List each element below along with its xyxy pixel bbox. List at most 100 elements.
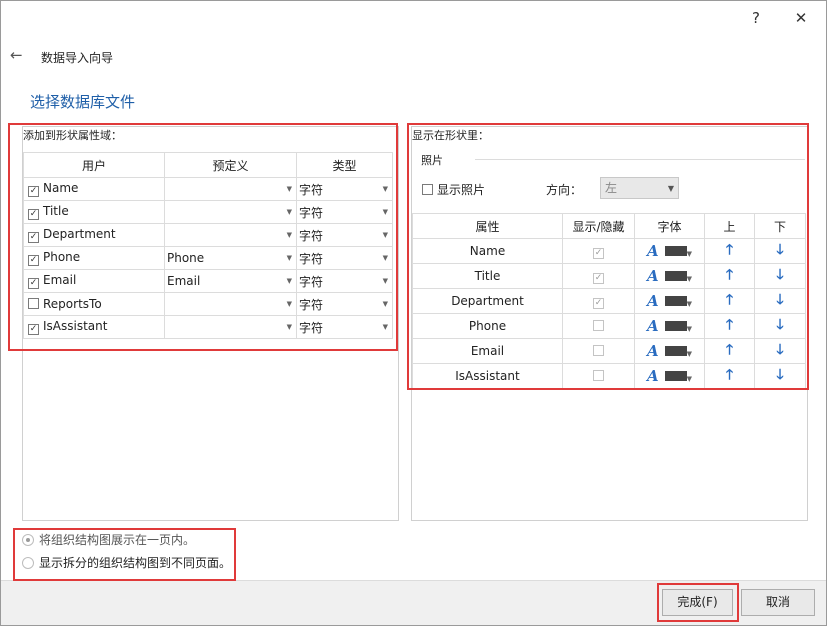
predefined-select[interactable]: Email ▼: [164, 269, 297, 293]
move-up-cell[interactable]: 🡑: [704, 263, 755, 289]
field-name-cell[interactable]: ✓ IsAssistant: [23, 315, 165, 339]
chevron-down-icon[interactable]: ▼: [687, 250, 692, 258]
move-down-cell[interactable]: 🡓: [754, 238, 806, 264]
visibility-cell[interactable]: [562, 363, 635, 389]
font-icon[interactable]: A: [647, 292, 659, 310]
type-select[interactable]: 字符 ▼: [296, 223, 393, 247]
font-icon[interactable]: A: [647, 317, 659, 335]
move-up-cell[interactable]: 🡑: [704, 288, 755, 314]
field-name-cell[interactable]: ✓ Department: [23, 223, 165, 247]
visibility-checkbox[interactable]: [593, 370, 604, 381]
visibility-cell[interactable]: [562, 338, 635, 364]
arrow-down-icon[interactable]: 🡓: [776, 267, 783, 283]
arrow-down-icon[interactable]: 🡓: [776, 292, 783, 308]
move-down-cell[interactable]: 🡓: [754, 263, 806, 289]
table-row[interactable]: ✓ Email Email ▼ 字符 ▼: [23, 269, 393, 293]
direction-select[interactable]: 左 ▼: [600, 177, 679, 199]
predefined-select[interactable]: ▼: [164, 292, 297, 316]
field-name-cell[interactable]: ✓ Name: [23, 177, 165, 201]
predefined-select[interactable]: ▼: [164, 223, 297, 247]
chevron-down-icon[interactable]: ▼: [687, 375, 692, 383]
color-swatch-icon[interactable]: [664, 246, 687, 256]
font-icon[interactable]: A: [647, 242, 659, 260]
table-row[interactable]: ✓ Name ▼ 字符 ▼: [23, 177, 393, 201]
arrow-down-icon[interactable]: 🡓: [776, 242, 783, 258]
table-row[interactable]: ✓ IsAssistant ▼ 字符 ▼: [23, 315, 393, 339]
font-cell[interactable]: A ▼: [634, 313, 705, 339]
back-arrow-icon[interactable]: ←: [10, 47, 28, 63]
color-swatch-icon[interactable]: [664, 321, 687, 331]
type-select[interactable]: 字符 ▼: [296, 246, 393, 270]
arrow-down-icon[interactable]: 🡓: [776, 317, 783, 333]
move-up-cell[interactable]: 🡑: [704, 313, 755, 339]
visibility-checkbox[interactable]: ✓: [593, 273, 604, 284]
cancel-button[interactable]: 取消: [741, 589, 815, 616]
font-icon[interactable]: A: [647, 367, 659, 385]
field-checkbox[interactable]: [28, 298, 39, 309]
chevron-down-icon[interactable]: ▼: [687, 300, 692, 308]
font-cell[interactable]: A ▼: [634, 363, 705, 389]
color-swatch-icon[interactable]: [664, 296, 687, 306]
move-up-cell[interactable]: 🡑: [704, 338, 755, 364]
visibility-checkbox[interactable]: ✓: [593, 298, 604, 309]
chevron-down-icon[interactable]: ▼: [687, 275, 692, 283]
arrow-up-icon[interactable]: 🡑: [726, 242, 733, 258]
visibility-cell[interactable]: [562, 313, 635, 339]
arrow-down-icon[interactable]: 🡓: [776, 367, 783, 383]
type-select[interactable]: 字符 ▼: [296, 200, 393, 224]
field-checkbox[interactable]: ✓: [28, 324, 39, 335]
color-swatch-icon[interactable]: [664, 271, 687, 281]
visibility-checkbox[interactable]: [593, 320, 604, 331]
font-cell[interactable]: A ▼: [634, 338, 705, 364]
font-cell[interactable]: A ▼: [634, 263, 705, 289]
type-select[interactable]: 字符 ▼: [296, 315, 393, 339]
option-split-pages[interactable]: 显示拆分的组织结构图到不同页面。: [22, 554, 231, 571]
help-button[interactable]: ?: [746, 9, 766, 27]
visibility-checkbox[interactable]: [593, 345, 604, 356]
chevron-down-icon[interactable]: ▼: [687, 325, 692, 333]
predefined-select[interactable]: Phone ▼: [164, 246, 297, 270]
field-name-cell[interactable]: ReportsTo: [23, 292, 165, 316]
move-up-cell[interactable]: 🡑: [704, 238, 755, 264]
table-row[interactable]: ✓ Department ▼ 字符 ▼: [23, 223, 393, 247]
font-icon[interactable]: A: [647, 267, 659, 285]
move-up-cell[interactable]: 🡑: [704, 363, 755, 389]
move-down-cell[interactable]: 🡓: [754, 363, 806, 389]
field-checkbox[interactable]: ✓: [28, 186, 39, 197]
type-select[interactable]: 字符 ▼: [296, 177, 393, 201]
type-select[interactable]: 字符 ▼: [296, 292, 393, 316]
field-checkbox[interactable]: ✓: [28, 209, 39, 220]
arrow-up-icon[interactable]: 🡑: [726, 267, 733, 283]
predefined-select[interactable]: ▼: [164, 200, 297, 224]
field-name-cell[interactable]: ✓ Email: [23, 269, 165, 293]
font-cell[interactable]: A ▼: [634, 288, 705, 314]
visibility-cell[interactable]: ✓: [562, 288, 635, 314]
visibility-checkbox[interactable]: ✓: [593, 248, 604, 259]
finish-button[interactable]: 完成(F): [662, 589, 733, 616]
show-photo-checkbox[interactable]: 显示照片: [422, 181, 485, 198]
color-swatch-icon[interactable]: [664, 346, 687, 356]
field-checkbox[interactable]: ✓: [28, 255, 39, 266]
checkbox-icon[interactable]: [422, 184, 433, 195]
move-down-cell[interactable]: 🡓: [754, 338, 806, 364]
predefined-select[interactable]: ▼: [164, 315, 297, 339]
arrow-up-icon[interactable]: 🡑: [726, 317, 733, 333]
color-swatch-icon[interactable]: [664, 371, 687, 381]
arrow-up-icon[interactable]: 🡑: [726, 342, 733, 358]
close-button[interactable]: ✕: [791, 9, 811, 27]
type-select[interactable]: 字符 ▼: [296, 269, 393, 293]
arrow-up-icon[interactable]: 🡑: [726, 292, 733, 308]
font-cell[interactable]: A ▼: [634, 238, 705, 264]
move-down-cell[interactable]: 🡓: [754, 313, 806, 339]
option-one-page[interactable]: 将组织结构图展示在一页内。: [22, 531, 195, 548]
radio-icon[interactable]: [22, 557, 34, 569]
field-name-cell[interactable]: ✓ Phone: [23, 246, 165, 270]
predefined-select[interactable]: ▼: [164, 177, 297, 201]
visibility-cell[interactable]: ✓: [562, 238, 635, 264]
move-down-cell[interactable]: 🡓: [754, 288, 806, 314]
field-checkbox[interactable]: ✓: [28, 232, 39, 243]
visibility-cell[interactable]: ✓: [562, 263, 635, 289]
chevron-down-icon[interactable]: ▼: [687, 350, 692, 358]
table-row[interactable]: ✓ Phone Phone ▼ 字符 ▼: [23, 246, 393, 270]
table-row[interactable]: ✓ Title ▼ 字符 ▼: [23, 200, 393, 224]
